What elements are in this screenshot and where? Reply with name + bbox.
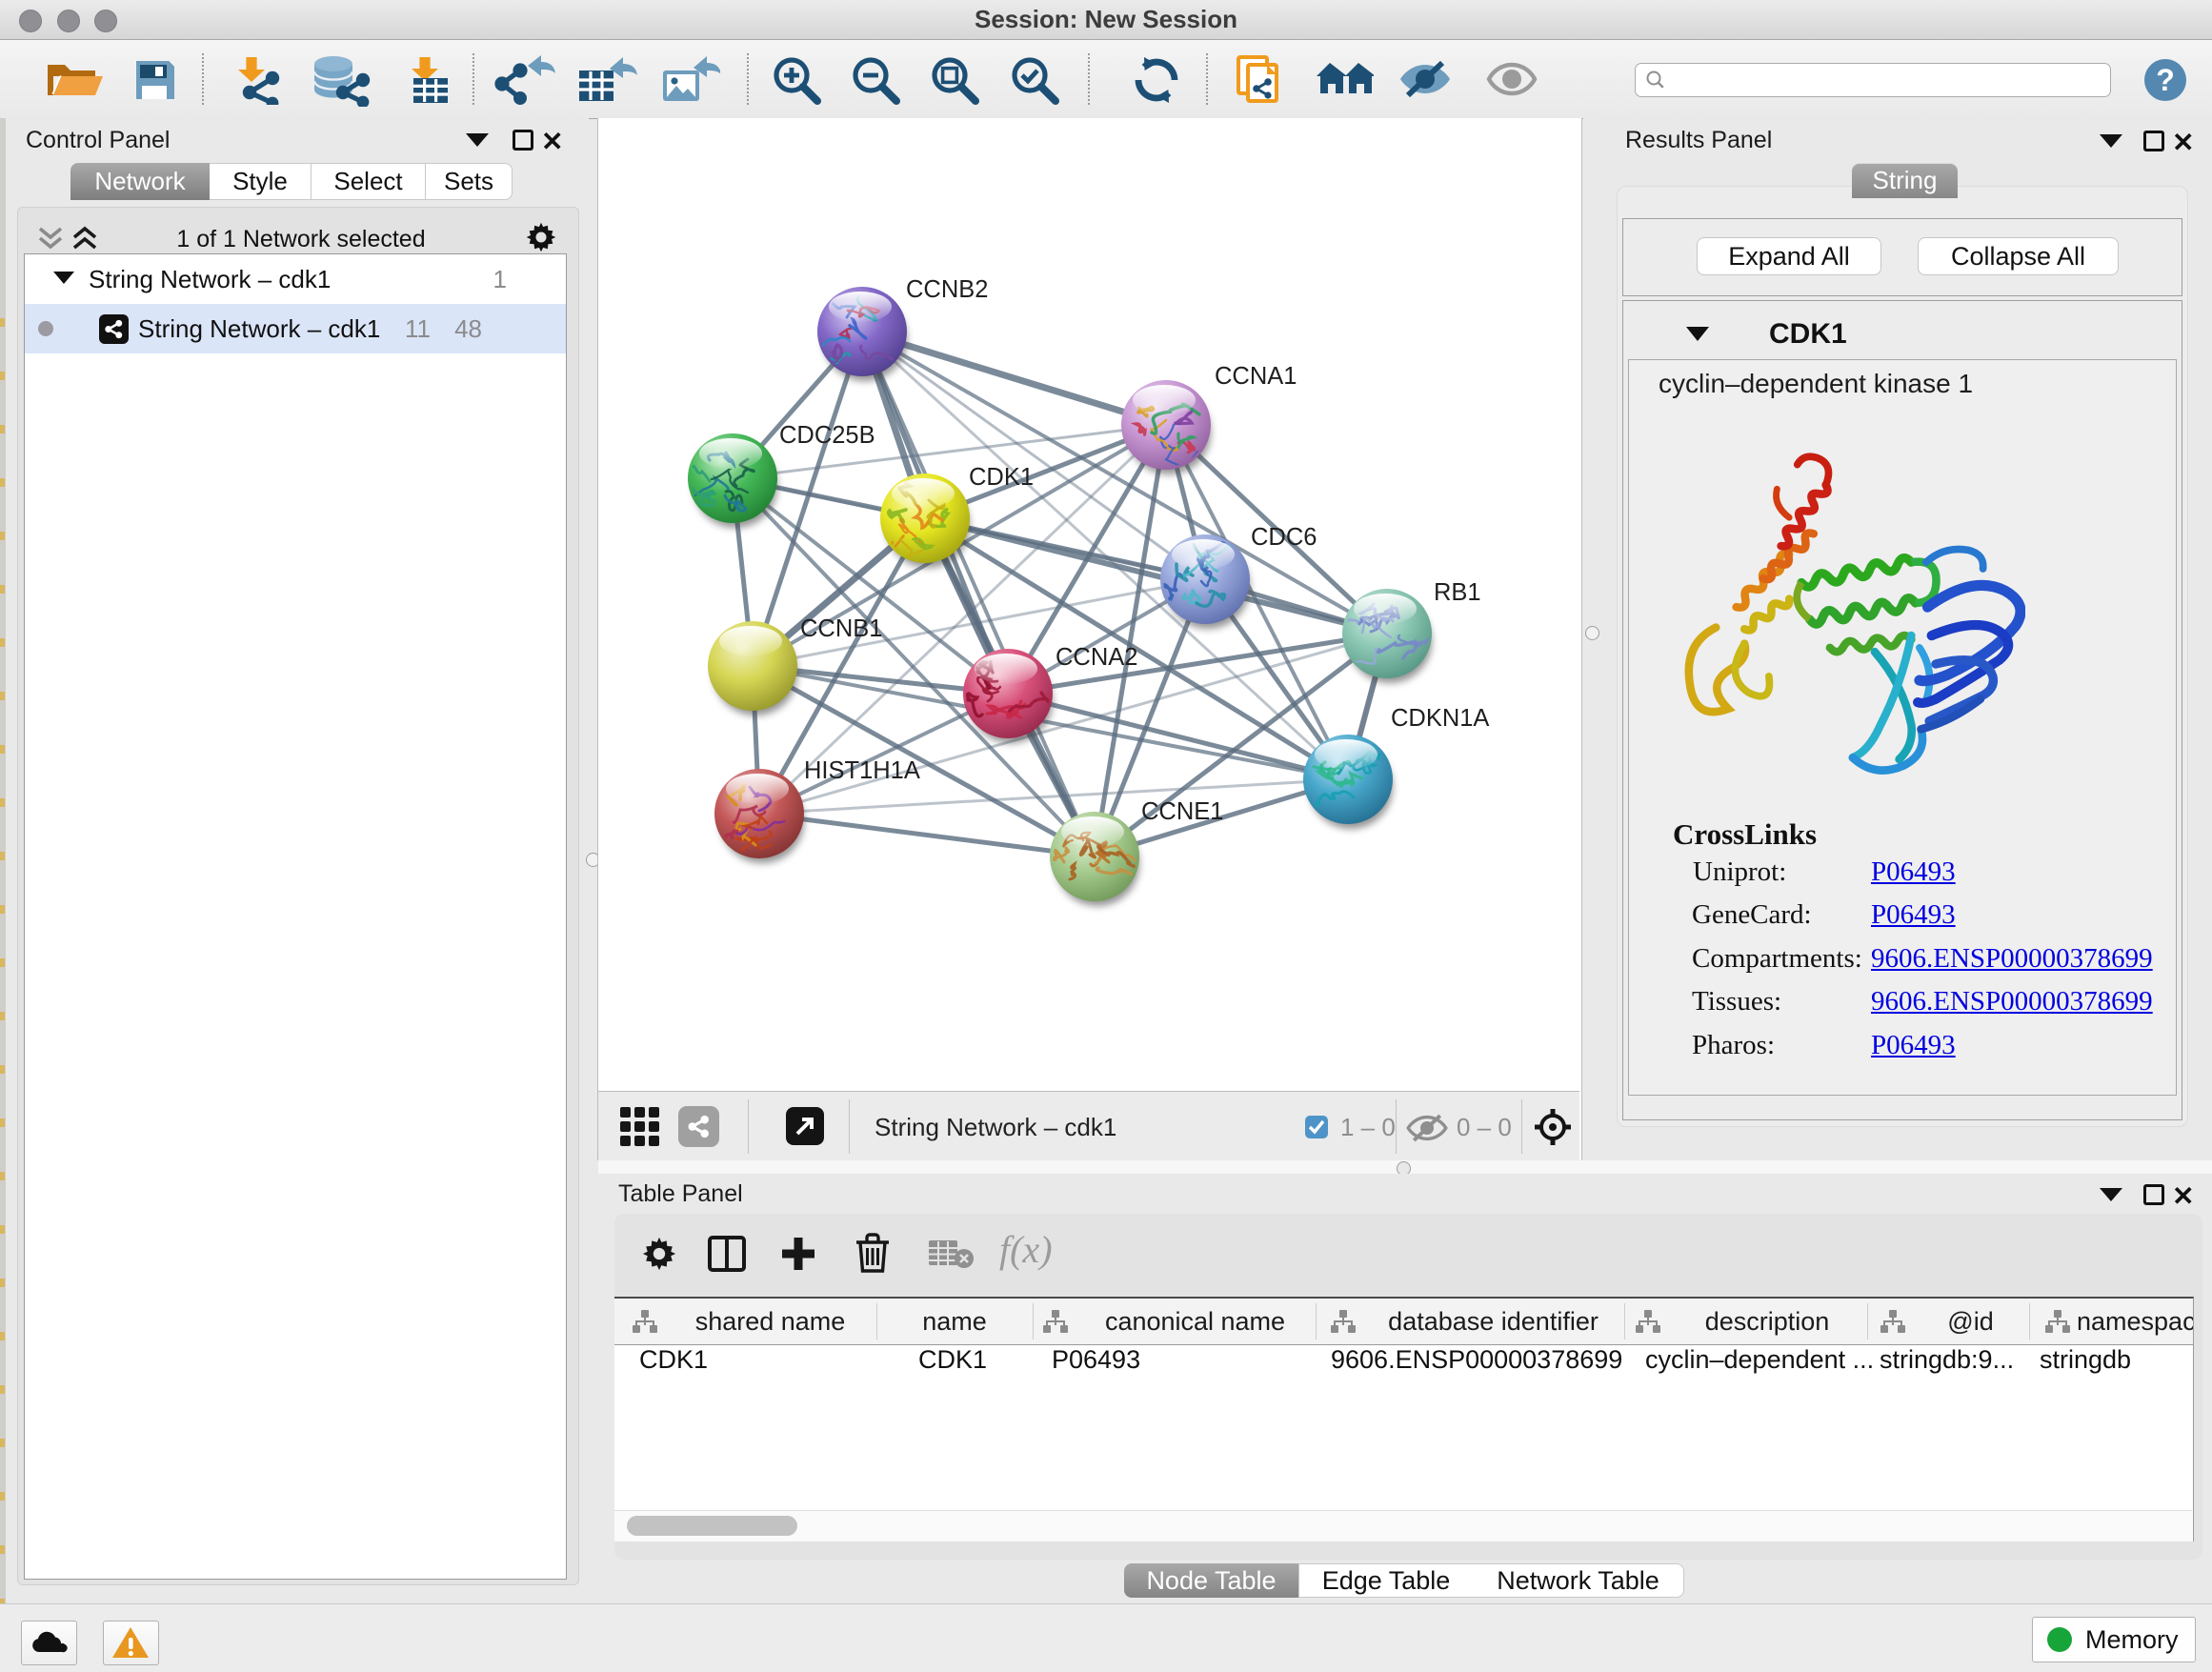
svg-text:CCNB2: CCNB2 xyxy=(906,276,988,303)
svg-text:CDC6: CDC6 xyxy=(1251,524,1317,551)
svg-text:CCNE1: CCNE1 xyxy=(1141,798,1223,825)
svg-text:CDK1: CDK1 xyxy=(969,464,1034,491)
svg-text:CCNA2: CCNA2 xyxy=(1056,644,1137,671)
svg-text:CCNB1: CCNB1 xyxy=(800,615,882,642)
svg-text:CCNA1: CCNA1 xyxy=(1215,363,1297,390)
svg-text:CDKN1A: CDKN1A xyxy=(1391,705,1489,732)
svg-text:RB1: RB1 xyxy=(1434,579,1481,606)
svg-text:CDC25B: CDC25B xyxy=(779,422,875,449)
svg-text:HIST1H1A: HIST1H1A xyxy=(804,757,920,784)
